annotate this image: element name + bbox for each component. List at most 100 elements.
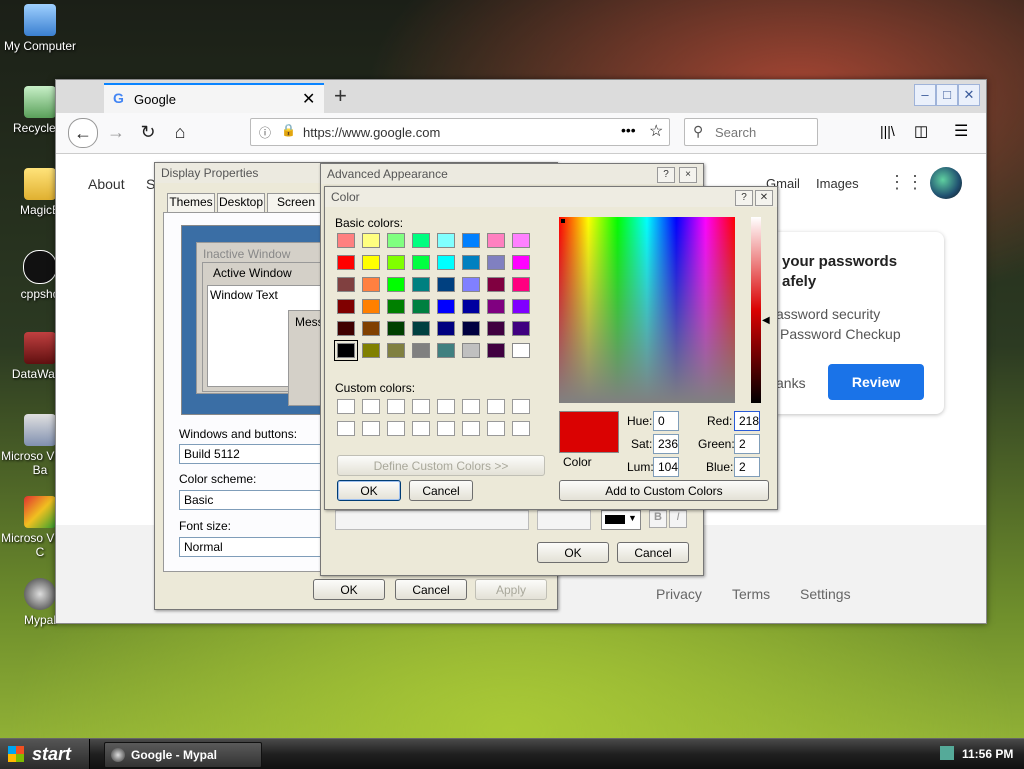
basic-color-swatch[interactable] xyxy=(437,321,455,336)
basic-color-swatch[interactable] xyxy=(437,299,455,314)
basic-color-swatch[interactable] xyxy=(387,343,405,358)
back-button[interactable]: ← xyxy=(68,118,98,148)
reload-button[interactable]: ↻ xyxy=(134,118,162,146)
custom-color-swatch[interactable] xyxy=(462,399,480,414)
help-button[interactable]: ? xyxy=(735,190,753,206)
page-actions-icon[interactable]: ••• xyxy=(621,122,636,138)
basic-color-swatch[interactable] xyxy=(387,321,405,336)
basic-color-swatch[interactable] xyxy=(362,343,380,358)
custom-color-swatch[interactable] xyxy=(387,421,405,436)
avatar[interactable] xyxy=(930,167,962,199)
advanced-cancel-button[interactable]: Cancel xyxy=(617,542,689,563)
url-bar[interactable]: ⓘ 🔒 https://www.google.com ••• ☆ xyxy=(250,118,670,146)
basic-color-swatch[interactable] xyxy=(362,321,380,336)
basic-color-swatch[interactable] xyxy=(462,343,480,358)
basic-color-swatch[interactable] xyxy=(512,277,530,292)
basic-color-swatch[interactable] xyxy=(412,277,430,292)
luminance-slider[interactable] xyxy=(751,217,761,403)
library-icon[interactable]: |||\ xyxy=(880,123,895,139)
maximize-button[interactable]: □ xyxy=(936,84,958,106)
custom-color-swatch[interactable] xyxy=(437,399,455,414)
settings-link[interactable]: Settings xyxy=(800,586,851,602)
green-input[interactable]: 2 xyxy=(734,434,760,454)
basic-color-swatch[interactable] xyxy=(487,299,505,314)
basic-color-swatch[interactable] xyxy=(462,277,480,292)
sat-input[interactable]: 236 xyxy=(653,434,679,454)
basic-color-swatch[interactable] xyxy=(437,255,455,270)
basic-color-swatch[interactable] xyxy=(462,299,480,314)
display-cancel-button[interactable]: Cancel xyxy=(395,579,467,600)
basic-color-swatch[interactable] xyxy=(362,255,380,270)
custom-color-swatch[interactable] xyxy=(512,399,530,414)
basic-color-swatch[interactable] xyxy=(334,340,358,361)
basic-color-swatch[interactable] xyxy=(412,299,430,314)
basic-color-swatch[interactable] xyxy=(462,233,480,248)
search-bar[interactable]: ⚲ Search xyxy=(684,118,818,146)
basic-color-swatch[interactable] xyxy=(412,233,430,248)
help-button[interactable]: ? xyxy=(657,167,675,183)
basic-color-swatch[interactable] xyxy=(462,321,480,336)
basic-color-swatch[interactable] xyxy=(512,321,530,336)
font-select[interactable] xyxy=(335,510,529,530)
basic-color-swatch[interactable] xyxy=(462,255,480,270)
basic-color-swatch[interactable] xyxy=(387,233,405,248)
forward-button[interactable]: → xyxy=(102,118,130,146)
tab-desktop[interactable]: Desktop xyxy=(217,193,265,213)
basic-color-swatch[interactable] xyxy=(512,299,530,314)
basic-color-swatch[interactable] xyxy=(487,277,505,292)
basic-color-swatch[interactable] xyxy=(387,277,405,292)
add-to-custom-colors-button[interactable]: Add to Custom Colors xyxy=(559,480,769,501)
custom-color-swatch[interactable] xyxy=(487,399,505,414)
blue-input[interactable]: 2 xyxy=(734,457,760,477)
font-size-select[interactable]: Normal xyxy=(179,537,329,557)
review-button[interactable]: Review xyxy=(828,364,924,400)
custom-color-swatch[interactable] xyxy=(437,421,455,436)
display-apply-button[interactable]: Apply xyxy=(475,579,547,600)
custom-color-swatch[interactable] xyxy=(487,421,505,436)
no-thanks-button[interactable]: anks xyxy=(776,375,806,391)
menu-icon[interactable]: ☰ xyxy=(954,121,968,141)
basic-color-swatch[interactable] xyxy=(512,255,530,270)
basic-color-swatch[interactable] xyxy=(337,255,355,270)
windows-buttons-select[interactable]: Build 5112 xyxy=(179,444,329,464)
close-button[interactable]: × xyxy=(679,167,697,183)
privacy-link[interactable]: Privacy xyxy=(656,586,702,602)
bold-button[interactable]: B xyxy=(649,510,667,528)
tab-screensaver[interactable]: Screen Sa xyxy=(267,193,325,213)
lum-input[interactable]: 104 xyxy=(653,457,679,477)
clock[interactable]: 11:56 PM xyxy=(962,747,1013,761)
custom-color-swatch[interactable] xyxy=(362,421,380,436)
color-spectrum[interactable] xyxy=(559,217,735,403)
custom-color-swatch[interactable] xyxy=(337,399,355,414)
basic-color-swatch[interactable] xyxy=(512,343,530,358)
color-ok-button[interactable]: OK xyxy=(337,480,401,501)
basic-color-swatch[interactable] xyxy=(337,277,355,292)
tab-close-icon[interactable]: ✕ xyxy=(302,89,315,109)
basic-color-swatch[interactable] xyxy=(437,233,455,248)
custom-color-swatch[interactable] xyxy=(337,421,355,436)
hue-input[interactable]: 0 xyxy=(653,411,679,431)
basic-color-swatch[interactable] xyxy=(487,343,505,358)
custom-color-swatch[interactable] xyxy=(412,421,430,436)
basic-color-swatch[interactable] xyxy=(412,343,430,358)
custom-color-swatch[interactable] xyxy=(462,421,480,436)
basic-color-swatch[interactable] xyxy=(487,321,505,336)
basic-color-swatch[interactable] xyxy=(337,233,355,248)
info-icon[interactable]: ⓘ xyxy=(259,124,271,141)
custom-color-swatch[interactable] xyxy=(512,421,530,436)
font-color-picker[interactable]: ▼ xyxy=(601,510,641,530)
close-button[interactable]: ✕ xyxy=(958,84,980,106)
bookmark-star-icon[interactable]: ☆ xyxy=(649,121,663,141)
display-ok-button[interactable]: OK xyxy=(313,579,385,600)
sidebar-icon[interactable]: ◫ xyxy=(914,122,928,140)
basic-color-swatch[interactable] xyxy=(487,255,505,270)
basic-color-swatch[interactable] xyxy=(412,321,430,336)
color-scheme-select[interactable]: Basic xyxy=(179,490,329,510)
basic-color-swatch[interactable] xyxy=(337,321,355,336)
define-custom-colors-button[interactable]: Define Custom Colors >> xyxy=(337,455,545,476)
basic-color-swatch[interactable] xyxy=(437,343,455,358)
custom-color-swatch[interactable] xyxy=(412,399,430,414)
about-link[interactable]: About xyxy=(88,176,125,192)
luminance-pointer-icon[interactable]: ◀ xyxy=(762,315,770,326)
basic-color-swatch[interactable] xyxy=(512,233,530,248)
